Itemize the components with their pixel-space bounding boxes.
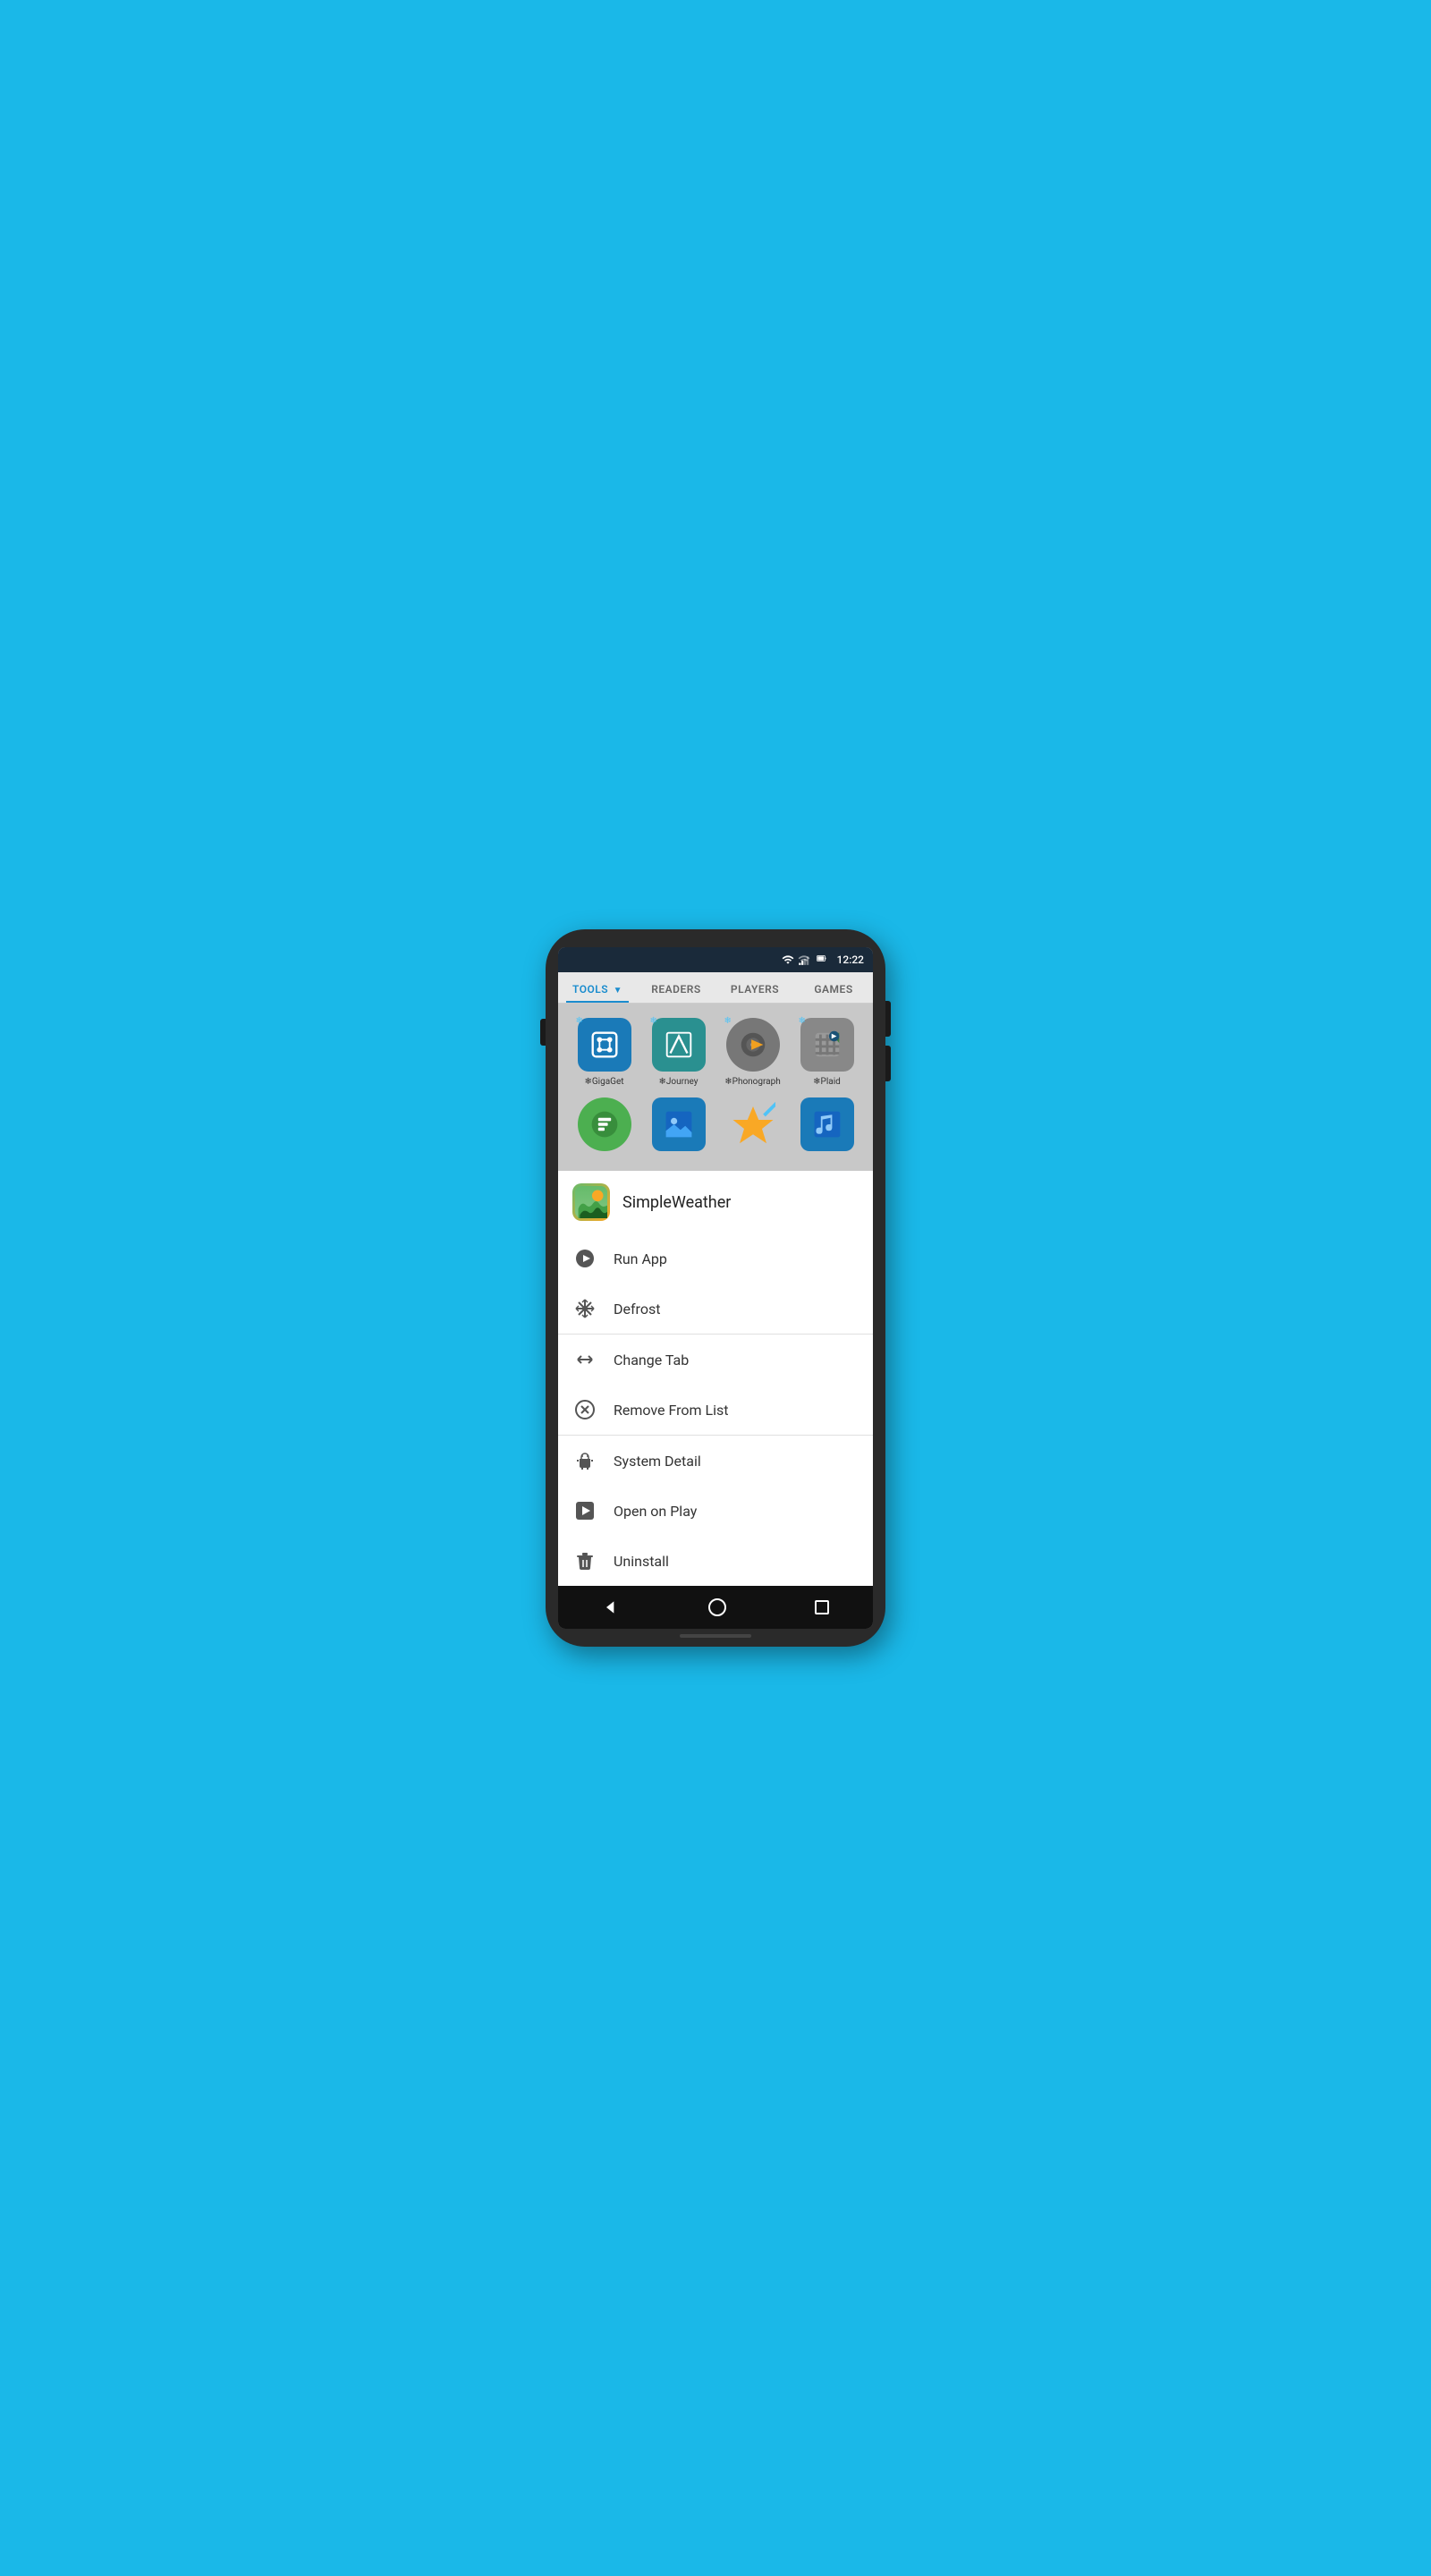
tab-bar: TOOLS ▼ READERS PLAYERS GAMES	[558, 972, 873, 1004]
app-grid: ❄ ❄GigaGet	[558, 1004, 873, 1171]
app-gigaget[interactable]: ❄ ❄GigaGet	[572, 1018, 636, 1087]
remove-from-list-label: Remove From List	[614, 1402, 729, 1419]
phonograph-svg	[736, 1028, 770, 1062]
change-tab-icon	[572, 1347, 597, 1372]
context-menu-header: SimpleWeather	[558, 1171, 873, 1233]
bottom-bar	[680, 1634, 751, 1638]
system-detail-label: System Detail	[614, 1453, 701, 1470]
menu-item-run-app[interactable]: Run App	[558, 1233, 873, 1284]
simpleweather-icon-svg	[575, 1186, 607, 1218]
app-row2-2-icon	[652, 1097, 706, 1151]
app-gigaget-label: ❄GigaGet	[584, 1077, 623, 1087]
status-icons: 12:22	[782, 953, 864, 966]
nav-home-button[interactable]	[708, 1598, 726, 1616]
frozen-badge-journey: ❄	[650, 1016, 657, 1026]
signal-icon	[798, 953, 810, 966]
app-row2-1[interactable]	[572, 1097, 636, 1157]
context-menu: SimpleWeather Run App	[558, 1171, 873, 1586]
pushbullet-svg	[588, 1108, 621, 1140]
defrost-label: Defrost	[614, 1301, 660, 1318]
wifi-icon	[782, 953, 794, 966]
run-app-icon	[572, 1246, 597, 1271]
uninstall-label: Uninstall	[614, 1553, 669, 1570]
android-icon	[572, 1448, 597, 1473]
tab-players[interactable]: PLAYERS	[716, 972, 794, 1003]
star-svg	[731, 1102, 775, 1147]
play-store-icon	[572, 1498, 597, 1523]
menu-item-change-tab[interactable]: Change Tab	[558, 1335, 873, 1385]
change-tab-label: Change Tab	[614, 1352, 689, 1368]
tab-arrow-icon: ▼	[614, 986, 622, 996]
wallpaper-svg	[663, 1108, 695, 1140]
frozen-badge-plaid: ❄	[799, 1016, 806, 1026]
music-svg	[811, 1108, 843, 1140]
app-journey[interactable]: ❄ ❄Journey	[647, 1018, 710, 1087]
app-row2-2[interactable]	[647, 1097, 710, 1157]
gigaget-svg	[588, 1028, 622, 1062]
phone-device: 12:22 TOOLS ▼ READERS PLAYERS GAMES	[546, 929, 885, 1647]
power-button[interactable]	[540, 1019, 546, 1046]
menu-item-uninstall[interactable]: Uninstall	[558, 1536, 873, 1586]
nav-recents-square	[815, 1600, 829, 1614]
frozen-badge: ❄	[576, 1016, 583, 1026]
tab-readers[interactable]: READERS	[637, 972, 716, 1003]
status-time: 12:22	[837, 953, 864, 966]
volume-up-button[interactable]	[885, 1001, 891, 1037]
app-phonograph[interactable]: ❄ ❄Phonograph	[721, 1018, 784, 1087]
tab-tools[interactable]: TOOLS ▼	[558, 972, 637, 1003]
menu-item-remove-from-list[interactable]: Remove From List	[558, 1385, 873, 1435]
app-journey-icon: ❄	[652, 1018, 706, 1072]
status-bar: 12:22	[558, 947, 873, 972]
app-plaid-label: ❄Plaid	[813, 1077, 841, 1087]
frozen-badge-phonograph: ❄	[724, 1016, 732, 1026]
nav-back-button[interactable]	[602, 1598, 620, 1616]
tab-games[interactable]: GAMES	[794, 972, 873, 1003]
remove-from-list-icon	[572, 1397, 597, 1422]
defrost-icon	[572, 1296, 597, 1321]
phone-screen: 12:22 TOOLS ▼ READERS PLAYERS GAMES	[558, 947, 873, 1629]
app-row2-3-icon	[726, 1097, 780, 1151]
app-phonograph-icon: ❄	[726, 1018, 780, 1072]
plaid-svg	[810, 1028, 844, 1062]
context-app-name: SimpleWeather	[622, 1193, 731, 1212]
trash-icon	[572, 1548, 597, 1573]
app-row2-4[interactable]	[795, 1097, 859, 1157]
nav-recents-button[interactable]	[815, 1600, 829, 1614]
menu-item-system-detail[interactable]: System Detail	[558, 1436, 873, 1486]
open-on-play-label: Open on Play	[614, 1503, 697, 1520]
app-gigaget-icon: ❄	[578, 1018, 631, 1072]
app-plaid[interactable]: ❄ ❄Plaid	[795, 1018, 859, 1087]
app-phonograph-label: ❄Phonograph	[724, 1077, 781, 1087]
battery-icon	[814, 954, 830, 965]
menu-item-open-on-play[interactable]: Open on Play	[558, 1486, 873, 1536]
app-journey-label: ❄Journey	[659, 1077, 699, 1087]
menu-item-defrost[interactable]: Defrost	[558, 1284, 873, 1334]
volume-down-button[interactable]	[885, 1046, 891, 1081]
context-app-icon	[572, 1183, 610, 1221]
journey-svg	[662, 1028, 696, 1062]
nav-home-circle	[708, 1598, 726, 1616]
app-plaid-icon: ❄	[800, 1018, 854, 1072]
nav-bar	[558, 1586, 873, 1629]
app-row2-1-icon	[578, 1097, 631, 1151]
app-row2-3[interactable]	[721, 1097, 784, 1157]
run-app-label: Run App	[614, 1250, 667, 1267]
app-row2-4-icon	[800, 1097, 854, 1151]
